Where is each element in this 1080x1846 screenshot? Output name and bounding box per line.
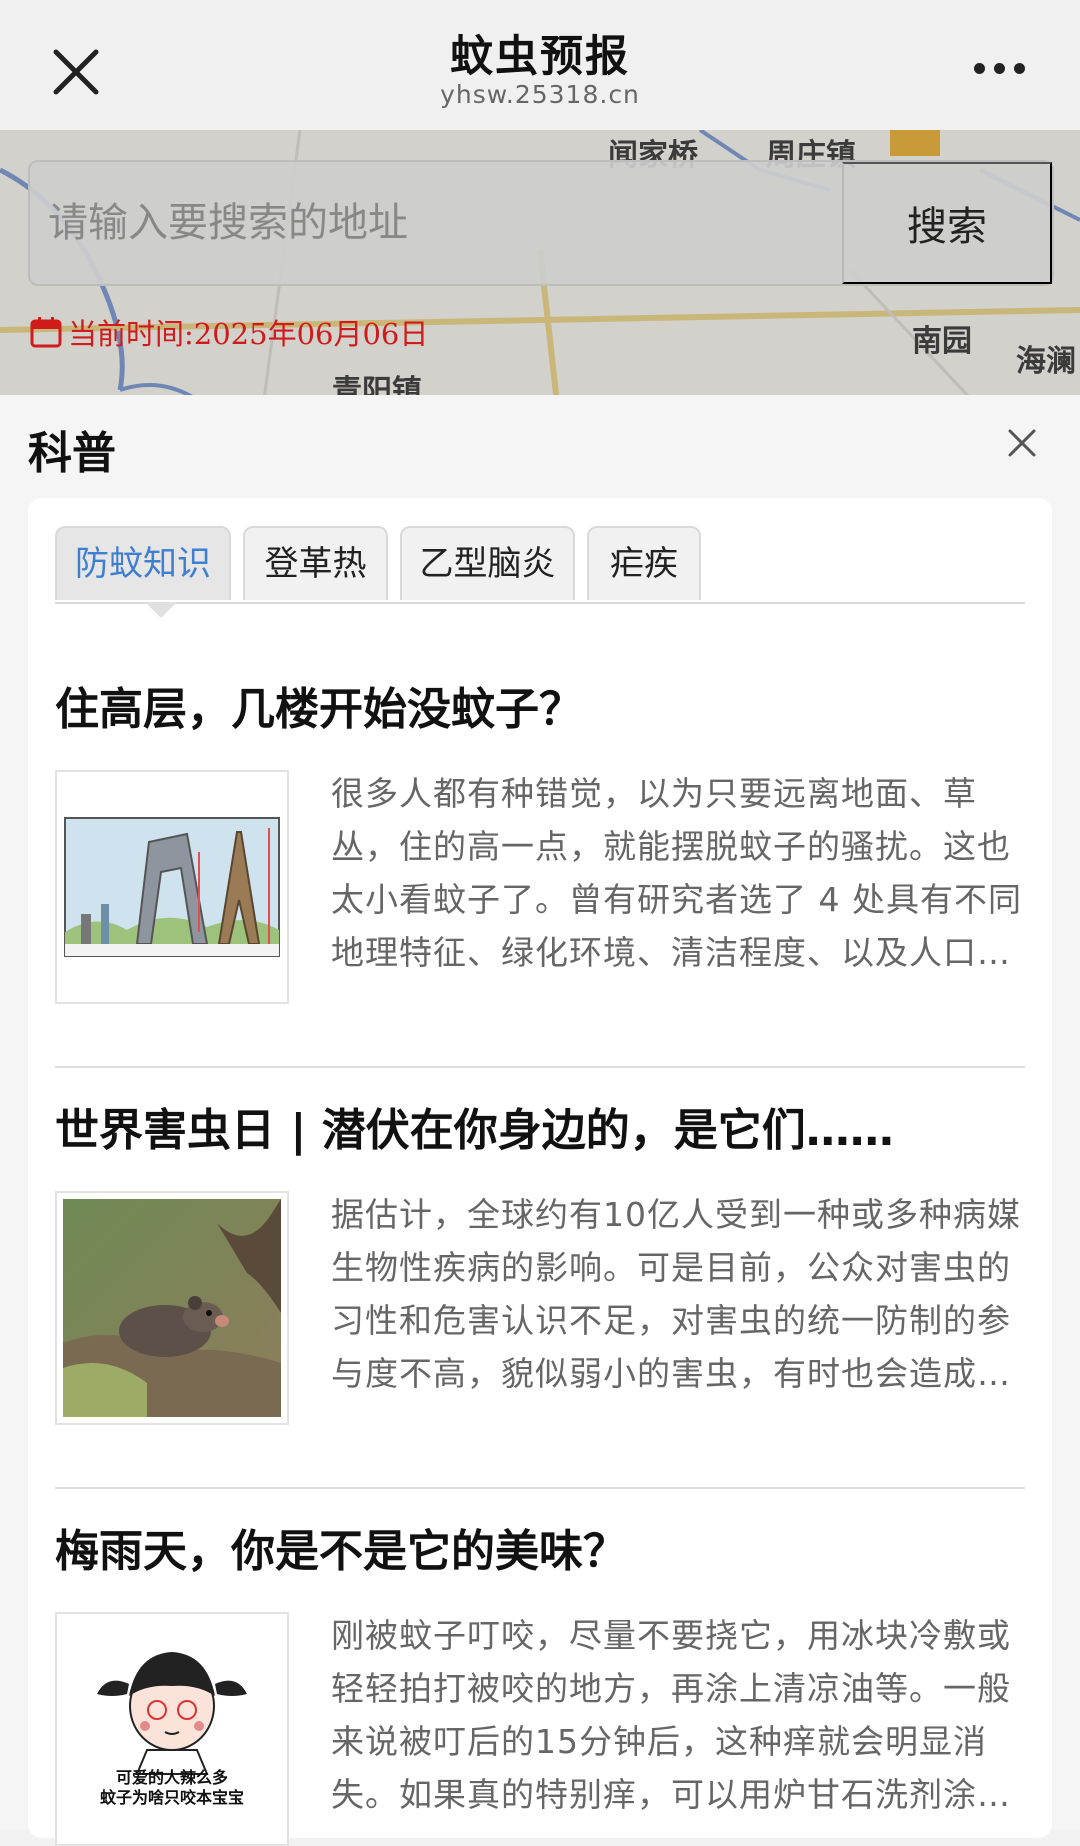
address-search-input[interactable] [30,162,842,284]
divider [55,1487,1025,1489]
tab-japanese-encephalitis[interactable]: 乙型脑炎 [400,526,575,600]
article-thumbnail[interactable] [55,1191,289,1425]
buildings-illustration-icon [64,817,280,957]
article-item[interactable]: 梅雨天，你是不是它的美味？ 可爱的人辣么多 蚊子为啥只咬本宝宝 刚被蚊子叮咬，尽… [55,1515,1025,1846]
tab-malaria[interactable]: 疟疾 [587,526,701,600]
science-card: 防蚊知识 登革热 乙型脑炎 疟疾 住高层，几楼开始没蚊子？ 很多人都有种错觉，以… [28,498,1052,1846]
tab-mosquito-prevention[interactable]: 防蚊知识 [55,526,231,600]
article-snippet: 很多人都有种错觉，以为只要远离地面、草丛，住的高一点，就能摆脱蚊子的骚扰。这也太… [331,774,1022,972]
calendar-icon [30,317,62,348]
category-tabs: 防蚊知识 登革热 乙型脑炎 疟疾 [55,526,1025,604]
top-navigation-bar: 蚊虫预报 yhsw.25318.cn [0,0,1080,130]
panel-close-icon[interactable] [1004,425,1040,461]
more-options-icon[interactable] [970,52,1030,82]
article-title[interactable]: 梅雨天，你是不是它的美味？ [55,1515,1025,1579]
article-thumbnail[interactable]: 可爱的人辣么多 蚊子为啥只咬本宝宝 [55,1612,289,1846]
science-panel: 科普 防蚊知识 登革热 乙型脑炎 疟疾 住高层，几楼开始没蚊子？ 很多人都有种错… [0,395,1080,1846]
map-label: 海澜 [1016,344,1076,379]
article-item[interactable]: 住高层，几楼开始没蚊子？ 很多人都有种错觉，以为只要远离地面、草丛，住的高一点，… [55,673,1025,1069]
page-url: yhsw.25318.cn [440,80,640,109]
current-date-text: 当前时间:2025年06月06日 [68,317,429,351]
panel-title: 科普 [28,428,116,479]
article-thumbnail[interactable] [55,770,289,1004]
page-title: 蚊虫预报 [450,32,630,82]
current-date: 当前时间:2025年06月06日 [30,312,428,352]
search-button[interactable]: 搜索 [842,162,1052,284]
thumbnail-caption: 蚊子为啥只咬本宝宝 [99,1788,244,1807]
article-title[interactable]: 世界害虫日 | 潜伏在你身边的，是它们…… [55,1094,1025,1158]
article-title[interactable]: 住高层，几楼开始没蚊子？ [55,673,1025,737]
article-snippet: 据估计，全球约有10亿人受到一种或多种病媒生物性疾病的影响。可是目前，公众对害虫… [331,1195,1021,1393]
tab-dengue[interactable]: 登革热 [243,526,388,600]
map-label: 南园 [912,324,972,359]
article-snippet: 刚被蚊子叮咬，尽量不要挠它，用冰块冷敷或轻轻拍打被咬的地方，再涂上清凉油等。一般… [331,1616,1011,1814]
address-search-bar: 搜索 [28,160,1054,286]
rat-photo-icon [63,1199,281,1417]
active-tab-pointer [145,602,177,618]
article-item[interactable]: 世界害虫日 | 潜伏在你身边的，是它们…… 据估计，全球约有10亿人受到一种或多… [55,1094,1025,1490]
divider [55,1066,1025,1068]
